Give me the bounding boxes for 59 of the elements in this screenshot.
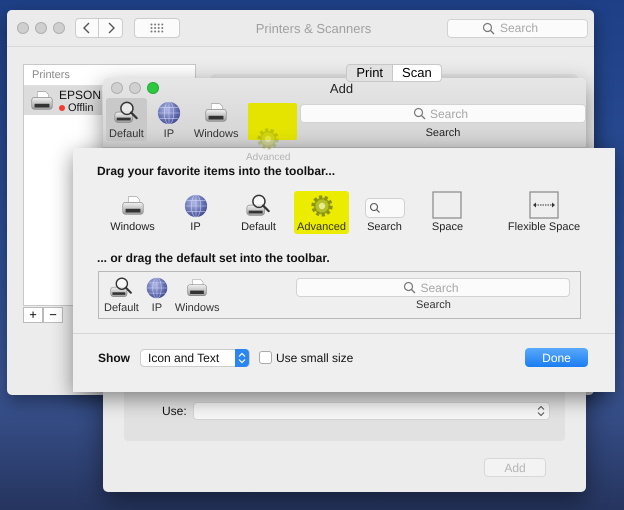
default-set-item[interactable]: Windows [172,274,222,315]
add-button[interactable]: + [23,307,43,323]
back-button[interactable] [75,18,99,38]
search-label: Search [416,299,451,311]
search-field-icon [364,197,404,219]
default-set-item[interactable]: IP [142,274,172,315]
sheet-heading: Drag your favorite items into the toolbar... [97,165,336,178]
display-mode-popup[interactable]: Icon and Text [140,348,250,366]
checkbox-label: Use small size [276,350,354,364]
show-label: Show [98,350,130,364]
forward-button[interactable] [99,18,123,38]
gear-icon [308,193,334,219]
palette-item[interactable]: Windows [107,191,158,234]
status-dot [59,104,65,110]
search-field[interactable]: Search [300,104,586,123]
use-label: Use: [162,404,187,418]
close-button[interactable] [17,22,29,34]
updown-arrows-icon [537,404,545,416]
square-icon [432,191,462,219]
small-size-checkbox[interactable] [259,351,272,364]
sheet-heading: ... or drag the default set into the toolbar. [97,252,330,265]
default-set-item[interactable]: Default [101,274,142,315]
printer-status: Offlin [68,102,94,114]
palette-item[interactable]: Flexible Space [504,189,584,234]
segment-tab[interactable]: Print [346,64,394,82]
toolbar-button[interactable]: IP [152,98,185,141]
search-field[interactable]: Search [447,18,588,38]
palette-item[interactable]: Space [428,189,466,234]
remove-button[interactable]: − [43,307,63,323]
globe-icon [182,193,208,219]
palette-item[interactable]: Default [238,191,279,234]
search-field[interactable]: Search [296,278,570,297]
palette-item[interactable]: Advanced [294,191,349,234]
search-icon [413,107,426,120]
grid-icon [150,23,164,33]
close-button[interactable] [111,82,123,94]
zoom-button[interactable] [147,82,159,94]
printer-row[interactable]: EPSON Offlin [24,86,102,115]
window-title: Add [328,80,354,96]
palette-item[interactable]: Search [362,195,408,234]
toolbar-button[interactable]: Default [106,98,147,141]
globe-icon [144,276,169,300]
show-all-button[interactable] [134,18,180,38]
printer-name: EPSON [59,88,102,102]
printer-magnifier-icon [109,276,134,300]
toolbar-button[interactable]: Windows [190,98,242,141]
segment-tab[interactable]: Scan [393,64,442,82]
updown-arrows-icon [238,352,246,364]
minimize-button[interactable] [129,82,141,94]
palette-item[interactable]: IP [180,191,212,234]
default-set-box[interactable]: Default IP Windows Search Search [98,271,581,319]
use-popup[interactable] [192,402,550,420]
search-icon [403,281,416,294]
zoom-button[interactable] [53,22,65,34]
window-title: Printers & Scanners [254,20,372,36]
search-label: Search [426,127,460,139]
globe-icon [156,100,182,126]
minimize-button[interactable] [35,22,47,34]
search-icon [482,22,495,34]
